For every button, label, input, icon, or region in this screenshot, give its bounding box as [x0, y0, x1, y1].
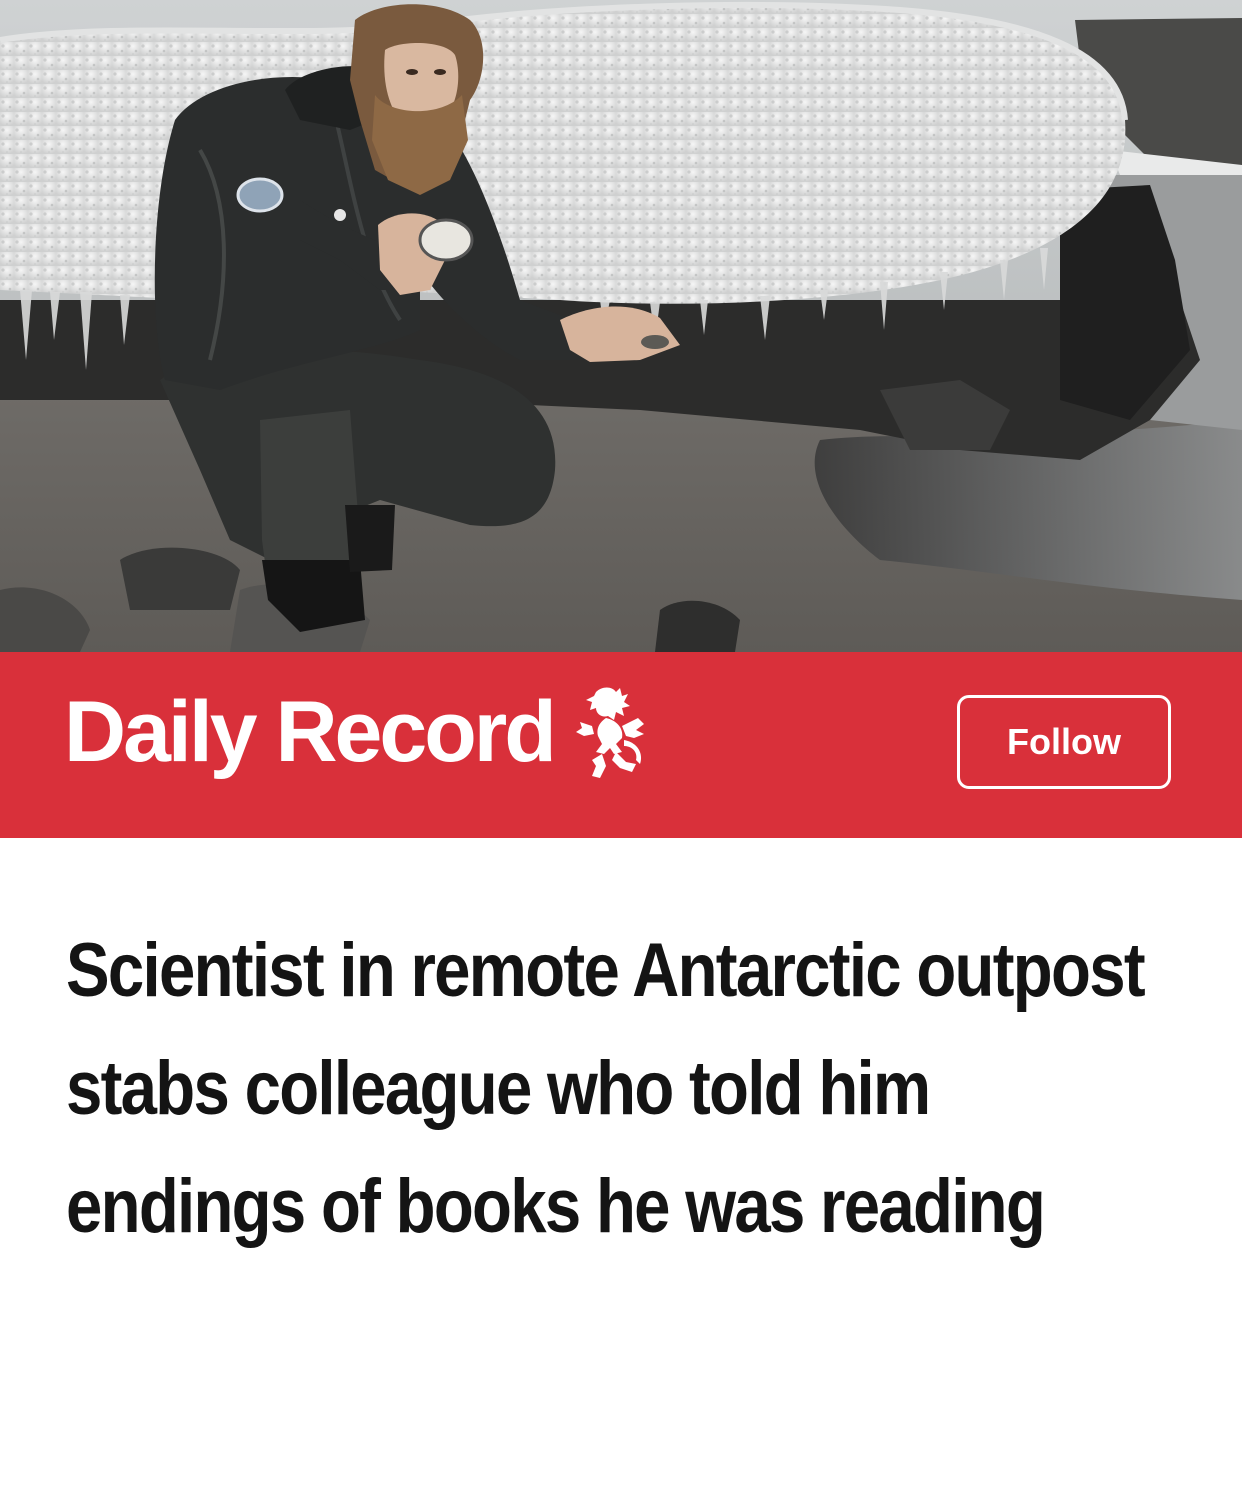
hero-photo-illustration — [0, 0, 1242, 652]
hero-photo[interactable] — [0, 0, 1242, 652]
publisher-bar: Daily Record Follow — [0, 652, 1242, 838]
publisher-logo[interactable]: Daily Record — [64, 682, 650, 782]
rampant-lion-icon — [575, 687, 644, 778]
article-headline[interactable]: Scientist in remote Antarctic outpost st… — [66, 912, 1175, 1266]
publisher-name: Daily Record — [64, 684, 557, 780]
article-card: Daily Record Follow Scientist in remote … — [0, 0, 1242, 1507]
follow-button[interactable]: Follow — [957, 695, 1171, 789]
